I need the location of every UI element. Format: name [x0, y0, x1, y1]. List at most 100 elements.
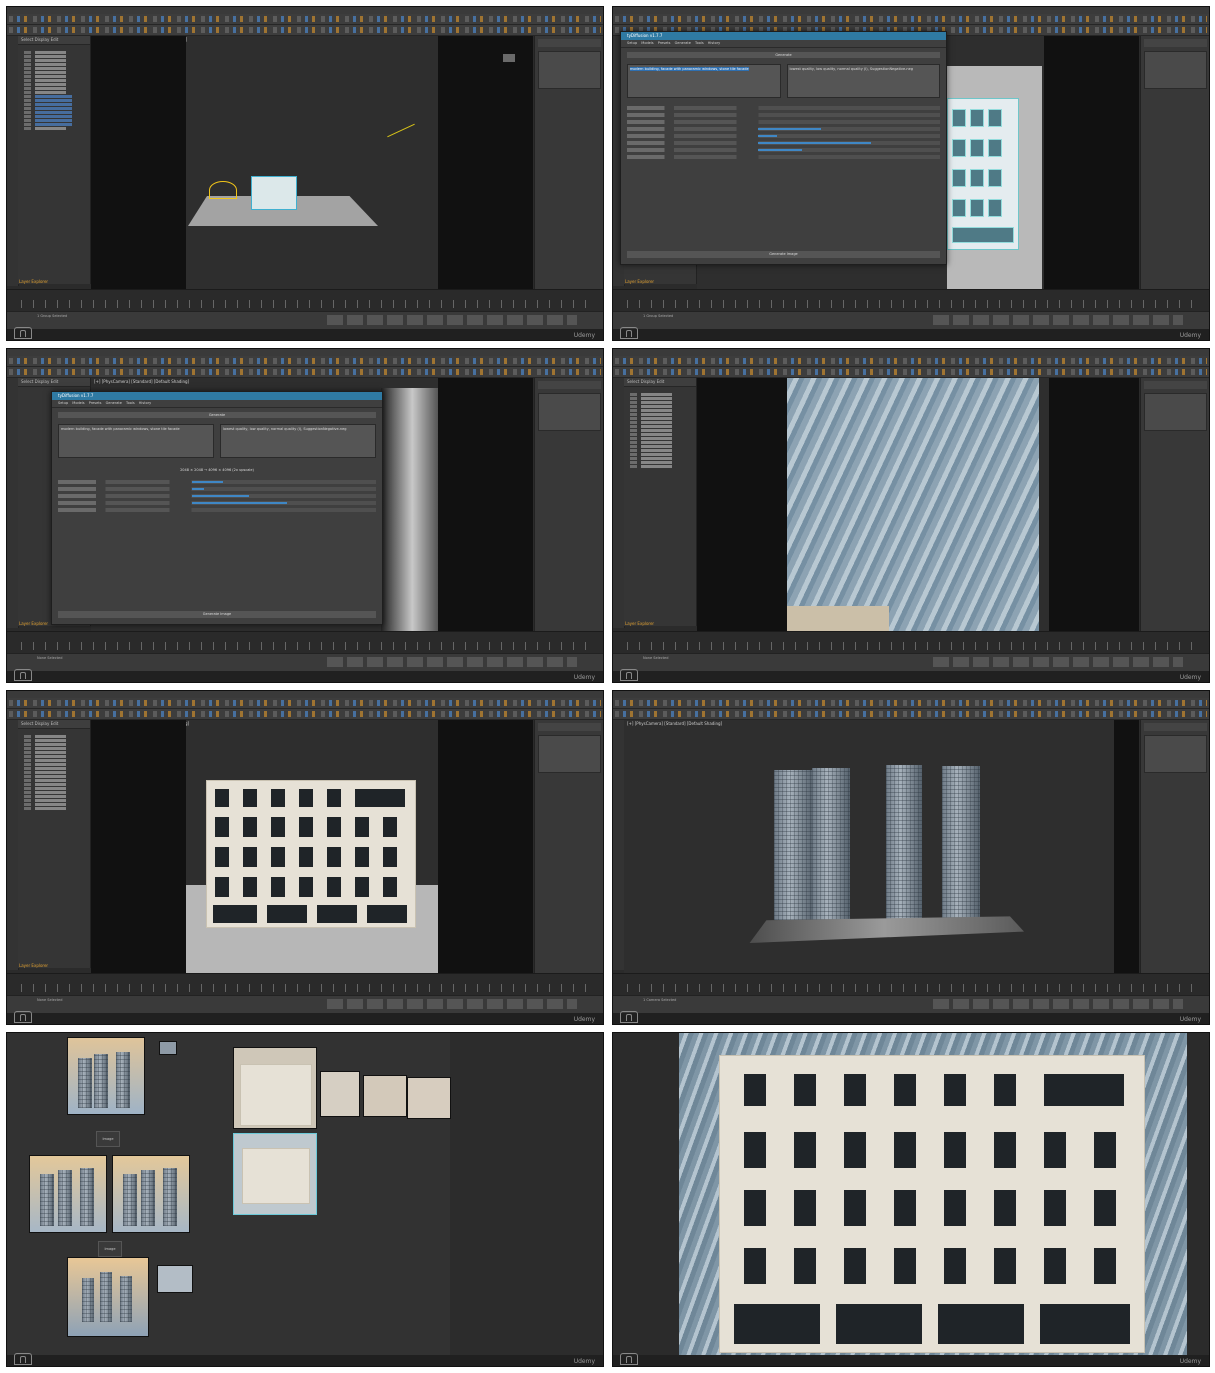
main-toolbar[interactable] — [7, 698, 603, 709]
secondary-toolbar[interactable] — [7, 367, 603, 378]
small-thumbnail[interactable] — [157, 1265, 193, 1293]
image-node[interactable]: Image — [98, 1241, 122, 1257]
facade-thumbnail-selected[interactable] — [233, 1133, 317, 1215]
facade-thumbnail[interactable] — [407, 1077, 451, 1119]
secondary-toolbar[interactable] — [613, 367, 1209, 378]
udemy-logo-icon — [14, 1011, 32, 1023]
dialog-tabs[interactable]: Setup Models Presets Generate Tools Hist… — [52, 400, 382, 408]
facade-thumbnail[interactable] — [363, 1075, 407, 1117]
render-thumbnail[interactable] — [67, 1257, 149, 1337]
viewport[interactable]: [+] [PhysCamera] [Standard] [Default Sha… — [697, 378, 1139, 631]
timeline[interactable] — [613, 973, 1209, 996]
layer-explorer-label[interactable]: Layer Explorer — [625, 621, 654, 626]
negative-prompt-text: lowest quality, low quality, normal qual… — [223, 427, 347, 431]
render-preview — [381, 388, 438, 631]
render-thumbnail[interactable] — [29, 1155, 107, 1233]
scene-tree[interactable] — [24, 734, 84, 811]
panel-7-image-board: Image Image Udemy — [6, 1032, 604, 1367]
viewcube[interactable] — [503, 54, 515, 62]
tydiffusion-dialog[interactable]: tyDiffusion v1.7.7 Setup Models Presets … — [51, 391, 383, 625]
selection-status: 1 Camera Selected — [643, 998, 677, 1002]
playback-controls[interactable] — [933, 999, 1183, 1009]
menu-bar[interactable] — [7, 691, 603, 698]
playback-controls[interactable] — [327, 657, 577, 667]
playback-controls[interactable] — [933, 657, 1183, 667]
main-toolbar[interactable] — [613, 356, 1209, 367]
main-toolbar[interactable] — [613, 698, 1209, 709]
udemy-logo-icon — [14, 669, 32, 681]
prompt-field[interactable]: modern building, facade with panoramic w… — [627, 64, 781, 98]
facade-thumbnail[interactable] — [320, 1071, 360, 1117]
explorer-tabs[interactable]: Select Display Edit — [624, 378, 696, 387]
layer-explorer-label[interactable]: Layer Explorer — [19, 279, 48, 284]
playback-controls[interactable] — [327, 315, 577, 325]
main-toolbar[interactable] — [7, 356, 603, 367]
scene-explorer[interactable]: Select Display Edit — [18, 720, 91, 968]
negative-prompt-field[interactable]: lowest quality, low quality, normal qual… — [220, 424, 376, 458]
timeline[interactable] — [613, 631, 1209, 654]
menu-bar[interactable] — [7, 349, 603, 356]
playback-controls[interactable] — [327, 999, 577, 1009]
generate-image-button[interactable]: Generate Image — [58, 611, 376, 618]
dialog-title[interactable]: tyDiffusion v1.7.7 — [621, 32, 946, 40]
dialog-title[interactable]: tyDiffusion v1.7.7 — [52, 392, 382, 400]
selection-status: None Selected — [37, 656, 63, 660]
timeline[interactable] — [7, 631, 603, 654]
explorer-tabs[interactable]: Select Display Edit — [18, 378, 90, 387]
viewport[interactable]: [+] [PhysCamera] [Standard] [Default Sha… — [624, 720, 1139, 973]
upscale-settings[interactable] — [58, 480, 376, 512]
generate-image-button[interactable]: Generate Image — [627, 251, 940, 258]
tower-model — [942, 766, 980, 922]
secondary-toolbar[interactable] — [7, 25, 603, 36]
command-panel[interactable] — [1140, 36, 1209, 289]
menu-bar[interactable] — [613, 691, 1209, 698]
main-toolbar[interactable] — [7, 14, 603, 25]
prompt-field[interactable]: modern building, facade with panoramic w… — [58, 424, 214, 458]
menu-bar[interactable] — [613, 7, 1209, 14]
building-model[interactable] — [251, 176, 297, 210]
explorer-tabs[interactable]: Select Display Edit — [18, 720, 90, 729]
explorer-tabs[interactable]: Select Display Edit — [18, 36, 90, 45]
image-node[interactable]: Image — [96, 1131, 120, 1147]
layer-explorer-label[interactable]: Layer Explorer — [19, 621, 48, 626]
playback-controls[interactable] — [933, 315, 1183, 325]
generation-settings[interactable] — [627, 106, 940, 159]
secondary-toolbar[interactable] — [613, 709, 1209, 720]
scene-explorer[interactable]: Select Display Edit — [18, 36, 91, 284]
menu-bar[interactable] — [7, 7, 603, 14]
generate-section-label[interactable]: Generate — [627, 52, 940, 58]
scene-tree[interactable] — [24, 50, 84, 131]
render-thumbnail[interactable] — [67, 1037, 145, 1115]
secondary-toolbar[interactable] — [7, 709, 603, 720]
render-thumbnail[interactable] — [112, 1155, 190, 1233]
command-panel[interactable] — [534, 378, 603, 631]
safe-frame-right — [1044, 36, 1139, 289]
panel-5-facade-result: Select Display Edit Layer Explorer [+] [… — [6, 690, 604, 1025]
scene-tree[interactable] — [630, 392, 690, 469]
generate-section-label[interactable]: Generate — [58, 412, 376, 418]
viewport[interactable]: [+] [Perspective] [Standard] [Default Sh… — [91, 36, 533, 289]
command-panel[interactable] — [1140, 720, 1209, 973]
tydiffusion-dialog[interactable]: tyDiffusion v1.7.7 Setup Models Presets … — [620, 31, 947, 265]
small-thumbnail[interactable] — [159, 1041, 177, 1055]
viewport[interactable]: [+] [PhysCamera] [Standard] [Default Sha… — [91, 720, 533, 973]
timeline[interactable] — [613, 289, 1209, 312]
layer-explorer-label[interactable]: Layer Explorer — [625, 279, 654, 284]
status-bar: 1 Camera Selected — [613, 995, 1209, 1014]
viewport-label[interactable]: [+] [PhysCamera] [Standard] [Default Sha… — [627, 721, 722, 726]
main-toolbar[interactable] — [613, 14, 1209, 25]
tower-model — [812, 768, 850, 920]
negative-prompt-field[interactable]: lowest quality, low quality, normal qual… — [786, 64, 940, 98]
dialog-tabs[interactable]: Setup Models Presets Generate Tools Hist… — [621, 40, 946, 48]
facade-thumbnail[interactable] — [233, 1047, 317, 1129]
command-panel[interactable] — [534, 36, 603, 289]
building-model[interactable] — [947, 98, 1019, 250]
layer-explorer-label[interactable]: Layer Explorer — [19, 963, 48, 968]
timeline[interactable] — [7, 973, 603, 996]
timeline[interactable] — [7, 289, 603, 312]
viewport-label[interactable]: [+] [PhysCamera] [Standard] [Default Sha… — [94, 379, 189, 384]
command-panel[interactable] — [534, 720, 603, 973]
command-panel[interactable] — [1140, 378, 1209, 631]
menu-bar[interactable] — [613, 349, 1209, 356]
scene-explorer[interactable]: Select Display Edit — [624, 378, 697, 626]
